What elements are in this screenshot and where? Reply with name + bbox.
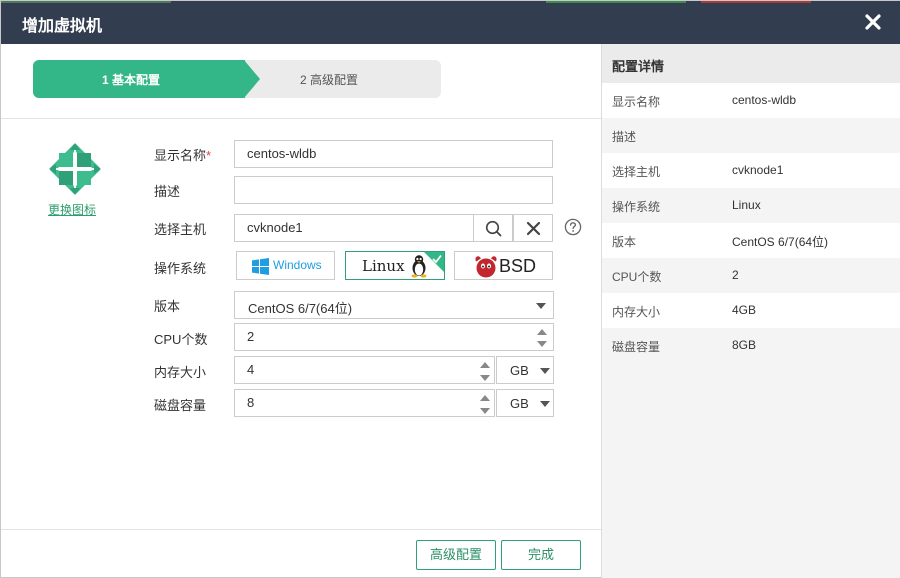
memory-unit-value: GB — [510, 363, 529, 378]
advanced-config-button[interactable]: 高级配置 — [416, 540, 496, 570]
spinner-down-icon[interactable] — [537, 341, 547, 347]
panel-header: 配置详情 — [602, 44, 900, 83]
help-icon[interactable] — [564, 218, 582, 236]
os-label: 操作系统 — [154, 261, 207, 276]
detail-row: 版本 CentOS 6/7(64位) — [602, 223, 900, 258]
host-search-button[interactable] — [473, 214, 513, 242]
display-name-label: 显示名称* — [154, 148, 212, 163]
os-option-windows[interactable]: Windows — [236, 251, 335, 280]
disk-unit-select[interactable]: GB — [496, 389, 554, 417]
description-label: 描述 — [154, 184, 181, 199]
os-option-label: Windows — [273, 258, 322, 272]
background-strip — [701, 1, 811, 3]
host-clear-button[interactable] — [513, 214, 553, 242]
step-arrow — [244, 60, 260, 98]
cpu-label: CPU个数 — [154, 332, 208, 347]
memory-stepper[interactable]: 4 — [234, 356, 495, 384]
detail-row: 选择主机 cvknode1 — [602, 153, 900, 188]
background-strip — [1, 1, 171, 3]
bsd-daemon-icon — [475, 256, 497, 278]
memory-unit-select[interactable]: GB — [496, 356, 554, 384]
os-option-linux[interactable]: Linux — [345, 251, 445, 280]
background-strip — [546, 1, 686, 3]
close-icon[interactable] — [861, 10, 885, 34]
display-name-input[interactable]: centos-wldb — [234, 140, 553, 168]
disk-label: 磁盘容量 — [154, 398, 207, 413]
description-input[interactable] — [234, 176, 553, 204]
clear-icon — [526, 221, 541, 236]
chevron-down-icon — [540, 401, 550, 407]
dialog: 增加虚拟机 2 高级配置 1 基本配置 更换图标 显示名称* centos-wl… — [0, 0, 900, 578]
detail-row: 磁盘容量 8GB — [602, 328, 900, 363]
detail-row: 操作系统 Linux — [602, 188, 900, 223]
finish-button[interactable]: 完成 — [501, 540, 581, 570]
spinner-down-icon[interactable] — [480, 375, 490, 381]
divider — [1, 529, 601, 530]
dialog-titlebar: 增加虚拟机 — [1, 1, 900, 44]
detail-row: 显示名称 centos-wldb — [602, 83, 900, 118]
spinner-up-icon[interactable] — [537, 329, 547, 335]
panel-title: 配置详情 — [612, 59, 665, 74]
chevron-down-icon — [536, 303, 546, 309]
version-label: 版本 — [154, 299, 181, 314]
detail-row: 内存大小 4GB — [602, 293, 900, 328]
wizard-steps: 2 高级配置 1 基本配置 — [33, 60, 441, 98]
cpu-stepper[interactable]: 2 — [234, 323, 554, 351]
host-label: 选择主机 — [154, 222, 207, 237]
detail-row: 描述 — [602, 118, 900, 153]
spinner-up-icon[interactable] — [480, 362, 490, 368]
memory-label: 内存大小 — [154, 365, 207, 380]
os-option-label: BSD — [499, 256, 537, 276]
disk-unit-value: GB — [510, 396, 529, 411]
os-option-label: Linux — [362, 257, 405, 275]
version-value: CentOS 6/7(64位) — [248, 301, 353, 316]
spinner-down-icon[interactable] — [480, 408, 490, 414]
spinner-up-icon[interactable] — [480, 395, 490, 401]
detail-row: CPU个数 2 — [602, 258, 900, 293]
divider — [1, 118, 601, 119]
os-option-bsd[interactable]: BSD — [454, 251, 553, 280]
centos-logo-icon[interactable] — [48, 142, 102, 196]
change-icon-link[interactable]: 更换图标 — [48, 201, 96, 218]
chevron-down-icon — [540, 368, 550, 374]
disk-stepper[interactable]: 8 — [234, 389, 495, 417]
step-basic-config[interactable]: 1 基本配置 — [33, 60, 245, 98]
required-mark: * — [206, 148, 212, 163]
windows-logo-icon — [252, 258, 269, 275]
checkmark-icon — [432, 254, 442, 264]
search-icon — [485, 220, 502, 237]
config-details-panel: 配置详情 显示名称 centos-wldb 描述 选择主机 cvknode1 操作系… — [602, 44, 900, 578]
host-input[interactable]: cvknode1 — [234, 214, 474, 242]
version-select[interactable]: CentOS 6/7(64位) — [234, 291, 554, 319]
dialog-title: 增加虚拟机 — [22, 18, 103, 35]
